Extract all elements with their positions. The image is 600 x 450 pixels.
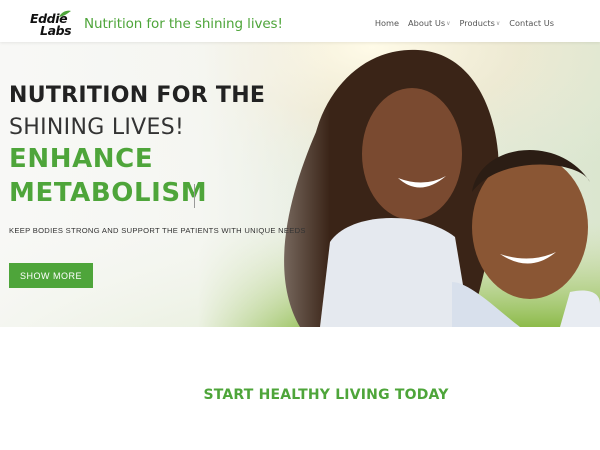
section-title: START HEALTHY LIVING TODAY <box>203 387 449 403</box>
hero-heading-line2: SHINING LIVES! <box>9 115 185 140</box>
main-nav: Home About Us ∨ Products ∨ Contact Us <box>375 18 554 28</box>
nav-item-products[interactable]: Products ∨ <box>460 18 501 28</box>
hero-highlight-line2: METABOLISM <box>9 178 208 208</box>
site-header: Eddie Labs Nutrition for the shining liv… <box>0 0 600 42</box>
hero-subtitle: KEEP BODIES STRONG AND SUPPORT THE PATIE… <box>9 226 306 235</box>
hero-heading-line1: NUTRITION FOR THE <box>9 83 266 108</box>
site-tagline: Nutrition for the shining lives! <box>84 16 283 32</box>
nav-item-label: Products <box>459 18 495 28</box>
nav-item-about-us[interactable]: About Us ∨ <box>408 18 450 28</box>
nav-item-label: Home <box>374 18 400 28</box>
logo[interactable]: Eddie Labs <box>30 9 80 37</box>
hero-banner: NUTRITION FOR THE SHINING LIVES! ENHANCE… <box>0 42 600 327</box>
nav-item-label: Contact Us <box>509 18 554 28</box>
logo-text-bottom: Labs <box>40 23 72 38</box>
nav-item-contact-us[interactable]: Contact Us <box>509 18 554 28</box>
hero-highlight-line1: ENHANCE <box>9 144 154 174</box>
typing-cursor <box>194 184 195 208</box>
nav-item-label: About Us <box>408 18 446 28</box>
nav-item-home[interactable]: Home <box>375 18 399 28</box>
chevron-down-icon: ∨ <box>495 19 501 27</box>
show-more-button[interactable]: SHOW MORE <box>9 263 93 288</box>
chevron-down-icon: ∨ <box>446 19 451 27</box>
